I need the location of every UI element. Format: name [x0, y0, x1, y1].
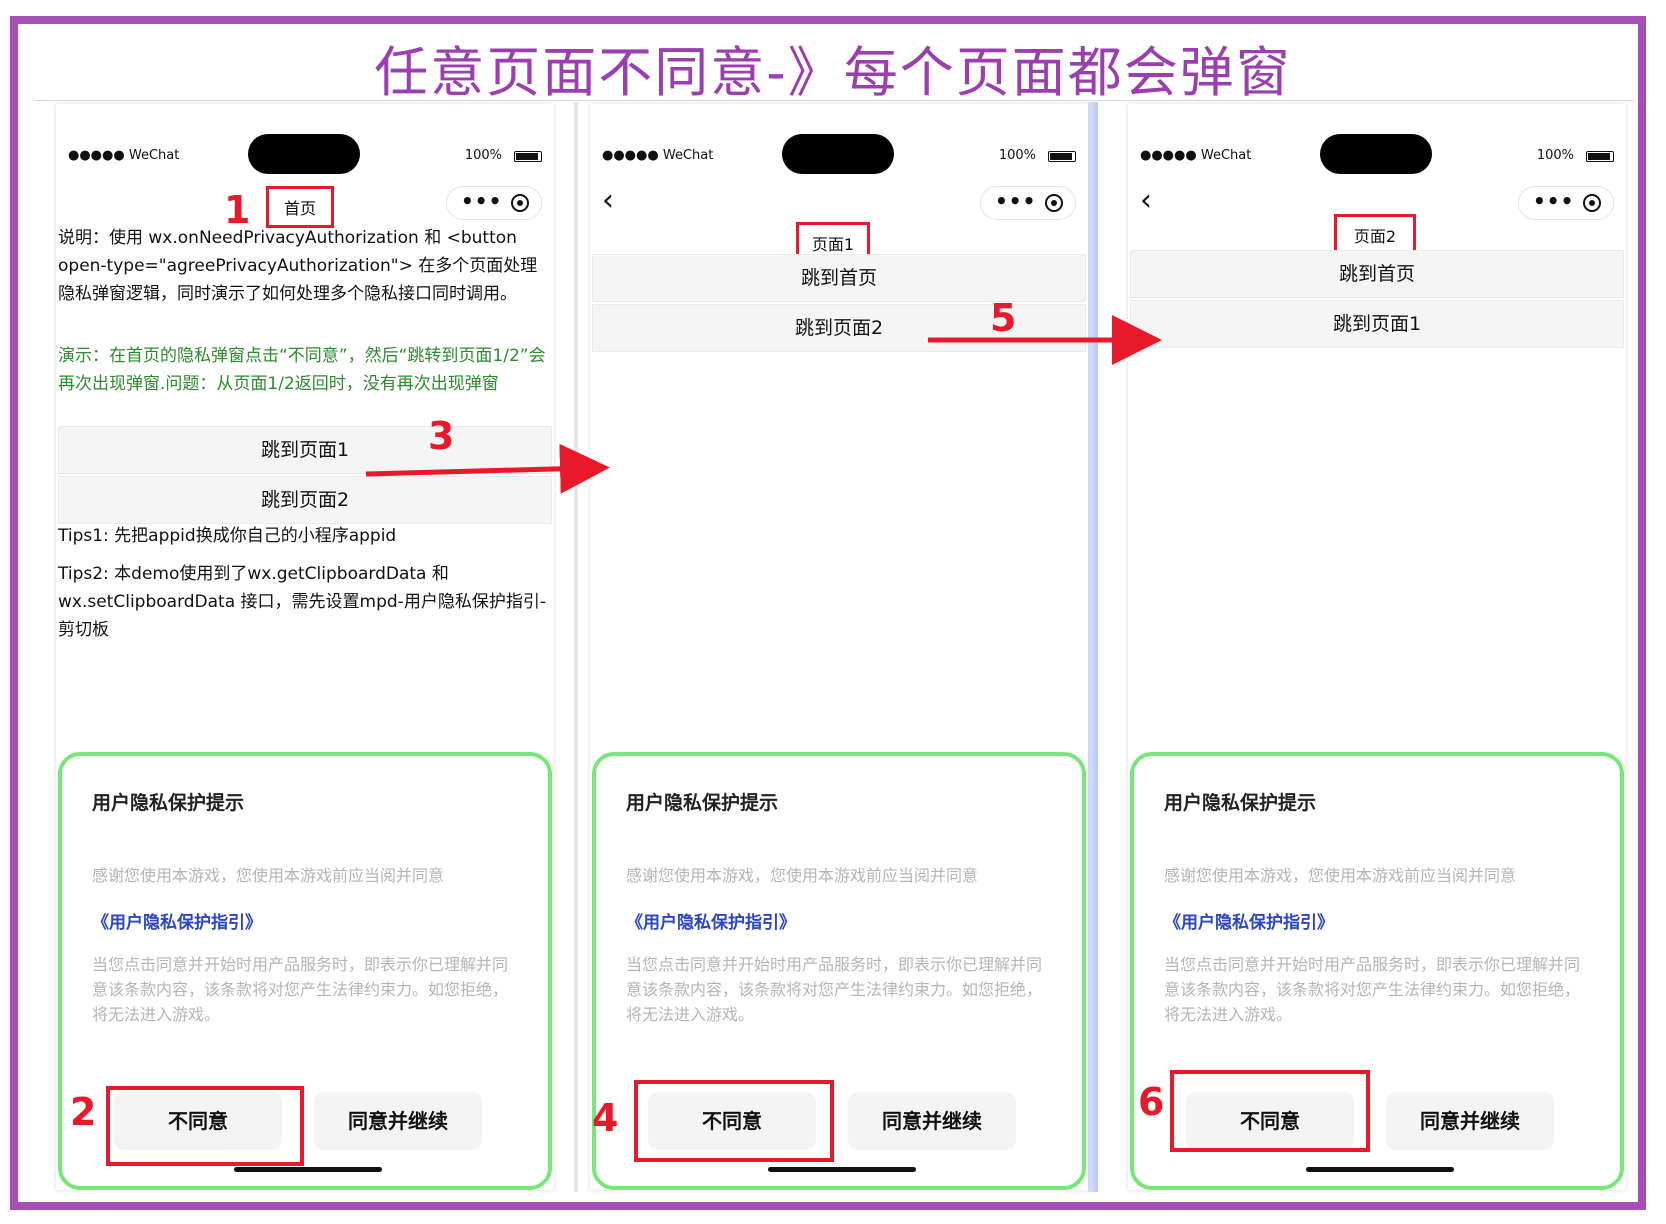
- modal-title: 用户隐私保护提示: [626, 792, 779, 814]
- step-number-6: 6: [1138, 1080, 1165, 1124]
- tips2-text: Tips2: 本demo使用到了wx.getClipboardData 和 wx…: [58, 564, 546, 640]
- step-number-3: 3: [428, 414, 455, 458]
- battery-percent: 100%: [1536, 148, 1574, 163]
- more-dots-icon[interactable]: •••: [461, 189, 502, 213]
- dynamic-island: [248, 134, 360, 174]
- page-title: 任意页面不同意-》每个页面都会弹窗: [374, 41, 1292, 104]
- agree-button[interactable]: 同意并继续: [1386, 1092, 1554, 1150]
- privacy-guide-link[interactable]: 《用户隐私保护指引》: [1164, 908, 1334, 933]
- modal-intro: 感谢您使用本游戏，您使用本游戏前应当阅并同意: [626, 866, 979, 885]
- step-number-2: 2: [70, 1090, 97, 1134]
- modal-title: 用户隐私保护提示: [92, 792, 245, 814]
- battery-percent: 100%: [998, 148, 1036, 163]
- screen-divider: [574, 102, 578, 1192]
- phone-screen-page1: ●●●●● WeChat 100% ‹ ••• 页面1 跳到首页 跳到页面2 用…: [590, 104, 1088, 1190]
- target-icon[interactable]: [1583, 194, 1601, 212]
- phone-screen-page2: ●●●●● WeChat 100% ‹ ••• 页面2 跳到首页 跳到页面1 用…: [1128, 104, 1626, 1190]
- description-text: 说明：使用 wx.onNeedPrivacyAuthorization 和 <b…: [58, 228, 538, 304]
- goto-page1-button[interactable]: 跳到页面1: [58, 426, 552, 474]
- modal-intro: 感谢您使用本游戏，您使用本游戏前应当阅并同意: [92, 866, 445, 885]
- privacy-guide-link[interactable]: 《用户隐私保护指引》: [626, 908, 796, 933]
- home-indicator: [1306, 1167, 1454, 1172]
- battery-percent: 100%: [464, 148, 502, 163]
- goto-page2-button[interactable]: 跳到页面2: [58, 476, 552, 524]
- modal-title: 用户隐私保护提示: [1164, 792, 1317, 814]
- home-indicator: [768, 1167, 916, 1172]
- tips1-text: Tips1: 先把appid换成你自己的小程序appid: [58, 526, 397, 546]
- capsule-menu[interactable]: •••: [980, 186, 1076, 220]
- step-number-4: 4: [592, 1096, 619, 1140]
- goto-page1-button[interactable]: 跳到页面1: [1130, 300, 1624, 348]
- step-number-5: 5: [990, 296, 1017, 340]
- highlight-disagree-3: [1170, 1070, 1370, 1152]
- back-chevron-icon[interactable]: ‹: [602, 186, 632, 216]
- highlight-disagree-2: [634, 1080, 834, 1162]
- modal-intro: 感谢您使用本游戏，您使用本游戏前应当阅并同意: [1164, 866, 1517, 885]
- agree-button[interactable]: 同意并继续: [848, 1092, 1016, 1150]
- dynamic-island: [782, 134, 894, 174]
- agree-button[interactable]: 同意并继续: [314, 1092, 482, 1150]
- more-dots-icon[interactable]: •••: [1533, 189, 1574, 213]
- goto-home-button[interactable]: 跳到首页: [592, 254, 1086, 302]
- capsule-menu[interactable]: •••: [1518, 186, 1614, 220]
- carrier-label: ●●●●● WeChat: [68, 148, 180, 163]
- title-divider: [34, 100, 1634, 101]
- screen-divider: [1088, 102, 1098, 1192]
- home-indicator: [234, 1167, 382, 1172]
- more-dots-icon[interactable]: •••: [995, 189, 1036, 213]
- privacy-guide-link[interactable]: 《用户隐私保护指引》: [92, 908, 262, 933]
- battery-icon: [514, 151, 542, 162]
- demo-text: 演示：在首页的隐私弹窗点击“不同意”，然后“跳转到页面1/2”会再次出现弹窗.问…: [58, 346, 546, 394]
- modal-body: 当您点击同意并开始时用产品服务时，即表示你已理解并同意该条款内容，该条款将对您产…: [1164, 955, 1581, 1024]
- capsule-menu[interactable]: •••: [446, 186, 542, 220]
- phone-screen-home: ●●●●● WeChat 100% ••• 首页 说明：使用 wx.onNeed…: [56, 104, 554, 1190]
- nav-title: 首页: [266, 186, 334, 228]
- battery-icon: [1048, 151, 1076, 162]
- modal-body: 当您点击同意并开始时用产品服务时，即表示你已理解并同意该条款内容，该条款将对您产…: [626, 955, 1043, 1024]
- goto-home-button[interactable]: 跳到首页: [1130, 250, 1624, 298]
- carrier-label: ●●●●● WeChat: [1140, 148, 1252, 163]
- dynamic-island: [1320, 134, 1432, 174]
- target-icon[interactable]: [1045, 194, 1063, 212]
- highlight-disagree-1: [106, 1086, 304, 1166]
- battery-icon: [1586, 151, 1614, 162]
- modal-body: 当您点击同意并开始时用产品服务时，即表示你已理解并同意该条款内容，该条款将对您产…: [92, 955, 509, 1024]
- target-icon[interactable]: [511, 194, 529, 212]
- back-chevron-icon[interactable]: ‹: [1140, 186, 1170, 216]
- step-number-1: 1: [224, 188, 251, 232]
- carrier-label: ●●●●● WeChat: [602, 148, 714, 163]
